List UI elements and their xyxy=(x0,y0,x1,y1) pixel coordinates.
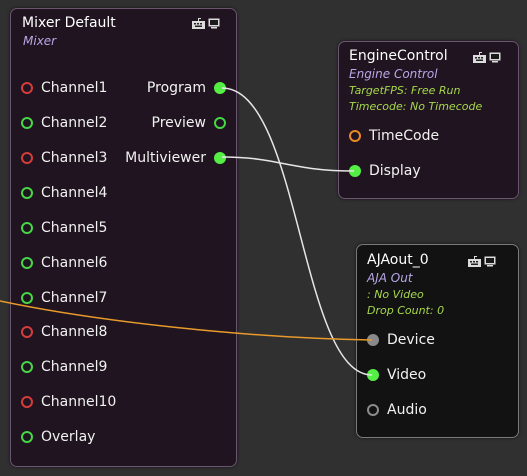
port-label: Overlay xyxy=(41,429,96,445)
port-connector[interactable] xyxy=(21,326,33,338)
keyboard-icon[interactable] xyxy=(473,52,486,63)
port-connector[interactable] xyxy=(21,152,33,164)
node-info-video: : No Video xyxy=(367,288,424,301)
input-port-channel9[interactable]: Channel9 xyxy=(21,357,107,377)
mixer-default-node[interactable]: Mixer Default Mixer Channel1 Channel2 Ch… xyxy=(10,8,237,467)
port-label: Audio xyxy=(387,402,427,418)
port-label: Display xyxy=(369,163,421,179)
input-port-channel3[interactable]: Channel3 xyxy=(21,148,107,168)
input-port-channel7[interactable]: Channel7 xyxy=(21,288,107,308)
port-label: Channel3 xyxy=(41,150,108,166)
input-port-channel8[interactable]: Channel8 xyxy=(21,322,107,342)
engine-control-node[interactable]: EngineControl Engine Control TargetFPS: … xyxy=(338,41,519,199)
wire-multiviewer-to-display[interactable] xyxy=(221,156,355,172)
input-port-channel10[interactable]: Channel10 xyxy=(21,392,116,412)
port-label: Multiviewer xyxy=(125,150,206,166)
port-connector[interactable] xyxy=(349,165,361,177)
keyboard-icon[interactable] xyxy=(468,256,481,267)
port-connector[interactable] xyxy=(349,130,361,142)
input-port-display[interactable]: Display xyxy=(349,161,421,181)
node-title: AJAout_0 xyxy=(367,252,429,268)
node-title: EngineControl xyxy=(349,48,448,64)
input-port-overlay[interactable]: Overlay xyxy=(21,427,95,447)
aja-out-node[interactable]: AJAout_0 AJA Out : No Video Drop Count: … xyxy=(356,244,519,438)
port-connector[interactable] xyxy=(21,222,33,234)
port-label: Program xyxy=(146,80,206,96)
port-label: Preview xyxy=(151,115,207,131)
monitor-icon[interactable] xyxy=(208,18,220,29)
port-label: Channel10 xyxy=(41,394,117,410)
input-port-timecode[interactable]: TimeCode xyxy=(349,126,439,146)
input-port-channel2[interactable]: Channel2 xyxy=(21,113,107,133)
output-port-multiviewer[interactable]: Multiviewer xyxy=(125,148,226,168)
port-label: TimeCode xyxy=(369,128,440,144)
port-connector[interactable] xyxy=(214,152,226,164)
port-label: Channel9 xyxy=(41,359,108,375)
port-connector[interactable] xyxy=(21,187,33,199)
node-subtitle: Engine Control xyxy=(349,67,438,81)
port-connector[interactable] xyxy=(21,117,33,129)
port-label: Video xyxy=(387,367,427,383)
input-port-channel6[interactable]: Channel6 xyxy=(21,253,107,273)
port-connector[interactable] xyxy=(214,82,226,94)
input-port-channel4[interactable]: Channel4 xyxy=(21,183,107,203)
input-port-channel1[interactable]: Channel1 xyxy=(21,78,107,98)
port-connector[interactable] xyxy=(21,396,33,408)
port-connector[interactable] xyxy=(214,117,226,129)
input-port-video[interactable]: Video xyxy=(367,365,426,385)
port-connector[interactable] xyxy=(21,361,33,373)
port-connector[interactable] xyxy=(21,292,33,304)
input-port-audio[interactable]: Audio xyxy=(367,400,427,420)
input-port-device[interactable]: Device xyxy=(367,330,435,350)
port-label: Channel4 xyxy=(41,185,108,201)
port-connector[interactable] xyxy=(21,257,33,269)
port-label: Channel8 xyxy=(41,324,108,340)
node-title: Mixer Default xyxy=(22,15,116,31)
port-label: Channel2 xyxy=(41,115,108,131)
port-label: Channel6 xyxy=(41,255,108,271)
port-label: Channel1 xyxy=(41,80,108,96)
port-label: Channel5 xyxy=(41,220,108,236)
keyboard-icon[interactable] xyxy=(192,18,205,29)
node-info-drop-count: Drop Count: 0 xyxy=(367,304,445,317)
node-info-fps: TargetFPS: Free Run xyxy=(349,84,461,97)
monitor-icon[interactable] xyxy=(484,256,496,267)
port-label: Device xyxy=(387,332,435,348)
monitor-icon[interactable] xyxy=(489,52,501,63)
output-port-program[interactable]: Program xyxy=(147,78,226,98)
port-connector[interactable] xyxy=(367,369,379,381)
node-subtitle: AJA Out xyxy=(367,271,413,285)
port-label: Channel7 xyxy=(41,290,108,306)
port-connector[interactable] xyxy=(367,334,379,346)
node-info-timecode: Timecode: No Timecode xyxy=(349,100,483,113)
port-connector[interactable] xyxy=(367,404,379,416)
port-connector[interactable] xyxy=(21,431,33,443)
node-subtitle: Mixer xyxy=(23,34,57,48)
output-port-preview[interactable]: Preview xyxy=(151,113,226,133)
input-port-channel5[interactable]: Channel5 xyxy=(21,218,107,238)
port-connector[interactable] xyxy=(21,82,33,94)
